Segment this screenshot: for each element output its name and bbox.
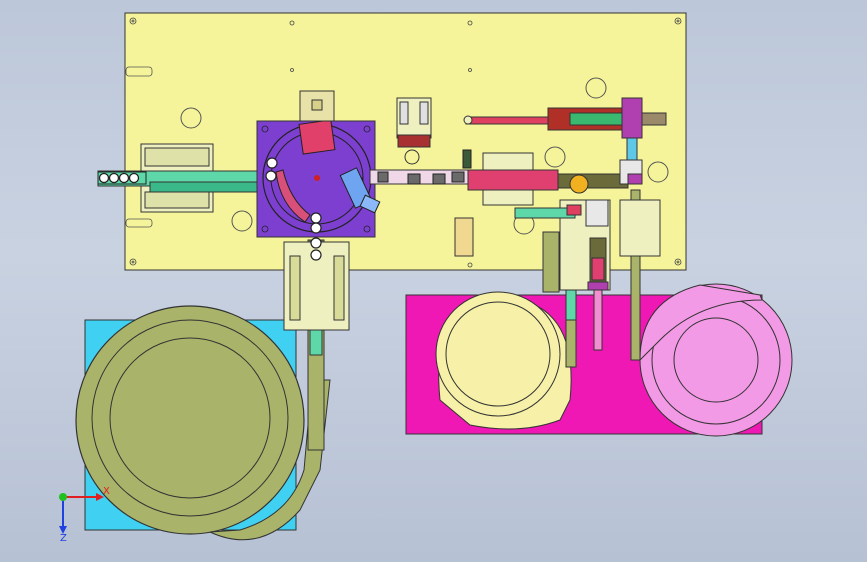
right-lower-cylinder-foot — [587, 281, 609, 291]
plate-hole-1 — [180, 107, 202, 129]
left-chute-bracket-inner — [289, 255, 301, 321]
left-chute-bracket-inner-2 — [333, 255, 345, 321]
right-transfer-end-cap — [627, 173, 643, 185]
gripper-finger-right — [419, 101, 429, 125]
plate-hole-5 — [585, 77, 607, 99]
cylinder-end-block — [621, 97, 643, 139]
right-lower-cylinder-tip — [591, 257, 605, 281]
transfer-valve — [462, 149, 472, 169]
left-feed-bracket-top — [144, 147, 210, 167]
gripper-finger-left — [399, 101, 409, 125]
right-top-block-red — [566, 204, 582, 216]
cylinder-end-cap — [641, 112, 667, 126]
plate-hole-3 — [544, 146, 566, 168]
gripper-pickup — [404, 149, 420, 165]
right-chute-1-tip — [565, 289, 577, 321]
right-transfer-rail-2 — [557, 173, 629, 189]
rotary-top-motor-core — [311, 99, 323, 111]
right-lower-bracket-arm — [514, 207, 576, 219]
gripper-base — [397, 134, 431, 148]
right-pink-bowl — [639, 283, 793, 437]
z-axis-label: Z — [60, 533, 67, 544]
rotary-top-block — [298, 119, 336, 155]
left-feed-rail-inner — [149, 181, 261, 193]
right-transfer-rail — [467, 169, 559, 191]
cylinder-rod-end — [463, 115, 473, 125]
right-top-block — [585, 199, 609, 227]
cylinder-rod — [465, 116, 549, 125]
gear-icon — [569, 174, 589, 194]
right-lower-bracket-right — [619, 199, 661, 257]
assembly-drawing: X Z — [59, 12, 793, 544]
plate-hole-2 — [231, 210, 253, 232]
plate-hole-4 — [647, 161, 669, 183]
rotary-center — [314, 175, 320, 181]
right-lower-bracket-left — [542, 231, 560, 293]
plate-sensor-block — [454, 217, 474, 257]
left-feed-bracket-bottom — [144, 191, 210, 209]
plate-slot-mid-left — [125, 218, 153, 228]
cad-viewport[interactable]: X Z — [0, 0, 867, 562]
x-axis-label: X — [103, 486, 110, 497]
plate-slot-top-left — [125, 66, 153, 77]
cylinder-body-green — [569, 112, 625, 126]
